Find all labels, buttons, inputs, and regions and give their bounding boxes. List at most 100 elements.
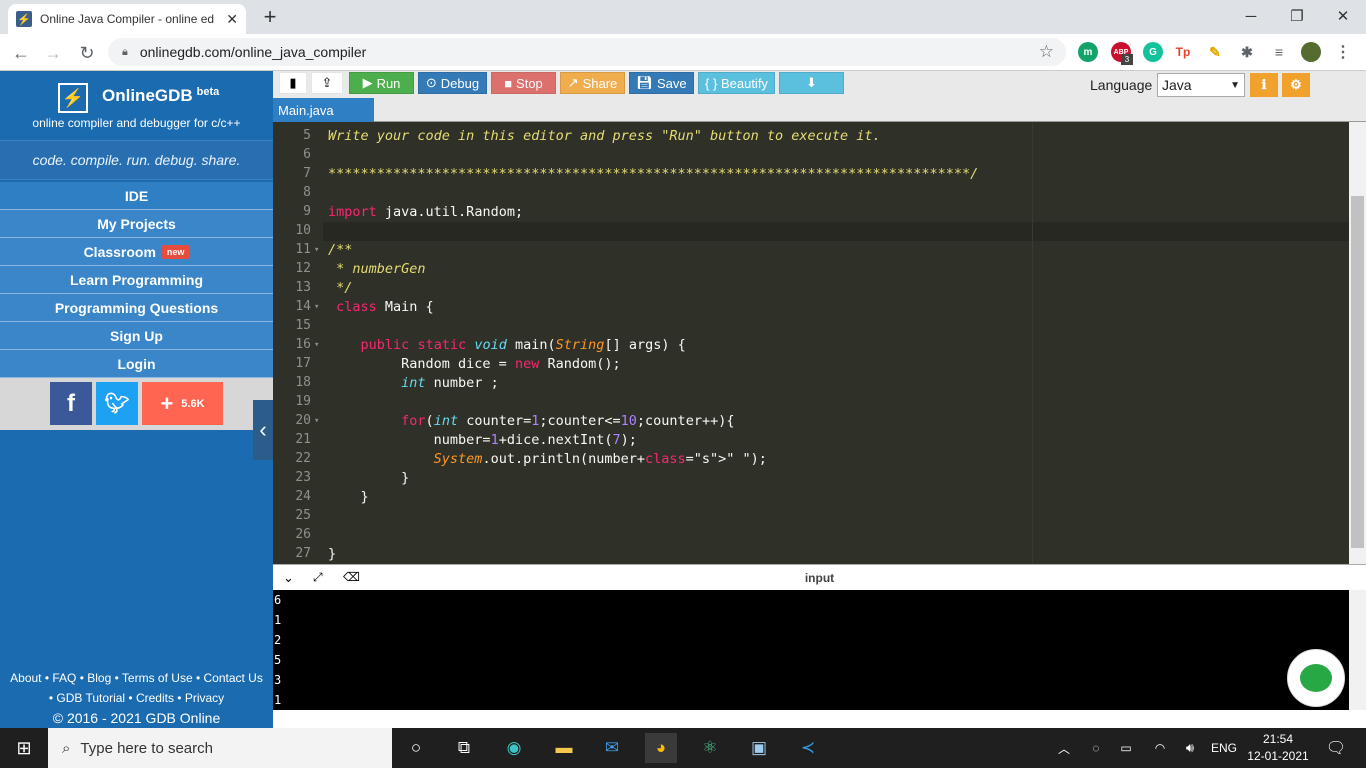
grammarly-icon[interactable]: G: [1143, 42, 1163, 62]
atom-icon[interactable]: ⚛: [694, 733, 726, 763]
download-button[interactable]: ⬇: [779, 72, 844, 94]
sidebar-item-ide[interactable]: IDE: [0, 182, 273, 210]
chat-widget-button[interactable]: [1287, 649, 1345, 707]
brand-name: OnlineGDB: [102, 86, 193, 105]
network-icon[interactable]: ◌: [1080, 733, 1112, 763]
tray-chevron-icon[interactable]: ︿: [1048, 733, 1080, 763]
taskbar-search[interactable]: ⌕ Type here to search: [48, 728, 392, 768]
line-number: 27: [295, 546, 311, 561]
footer-links[interactable]: About • FAQ • Blog • Terms of Use • Cont…: [0, 668, 273, 688]
save-label: Save: [656, 75, 687, 91]
new-tab-button[interactable]: +: [258, 4, 282, 30]
sidebar-item-label: Classroom: [83, 243, 156, 260]
highlighter-icon[interactable]: ✎: [1205, 42, 1225, 62]
close-window-button[interactable]: ✕: [1320, 0, 1366, 32]
sidebar-item-classroom[interactable]: Classroom new: [0, 238, 273, 266]
sidebar-item-label: My Projects: [97, 215, 176, 232]
line-number: 22: [295, 451, 311, 466]
clock-time: 21:54: [1262, 732, 1294, 746]
stop-button[interactable]: ■ Stop: [491, 72, 556, 94]
reload-button[interactable]: ↻: [74, 40, 100, 66]
twitter-share-button[interactable]: 🐦︎: [96, 382, 138, 425]
extension-m-icon[interactable]: m: [1078, 42, 1098, 62]
stop-icon: ■: [504, 75, 513, 91]
fold-toggle-icon[interactable]: ▾: [314, 416, 319, 426]
file-tab-main-java[interactable]: Main.java: [273, 98, 374, 122]
extensions-puzzle-icon[interactable]: ✱: [1237, 42, 1257, 62]
fold-toggle-icon[interactable]: ▾: [314, 245, 319, 255]
code-line: for(int counter=1;counter<=10;counter++)…: [401, 413, 735, 429]
debug-button[interactable]: ⊙ Debug: [418, 72, 487, 94]
beautify-button[interactable]: { } Beautify: [698, 72, 775, 94]
output-line: 5: [274, 653, 282, 667]
plus-icon: +: [160, 390, 174, 416]
console-scrollbar[interactable]: [1349, 590, 1366, 710]
profile-avatar[interactable]: [1301, 42, 1321, 62]
collapse-sidebar-button[interactable]: ‹: [253, 400, 273, 460]
browser-tab[interactable]: ⚡ Online Java Compiler - online ed ✕: [8, 4, 246, 34]
chrome-taskbar-icon[interactable]: ◕: [645, 733, 677, 763]
close-tab-icon[interactable]: ✕: [226, 11, 238, 28]
code-line: Random dice = new Random();: [328, 356, 621, 372]
save-button[interactable]: 💾︎ Save: [629, 72, 694, 94]
line-number: 17: [295, 356, 311, 371]
run-button[interactable]: ▶ Run: [349, 72, 414, 94]
address-bar[interactable]: 🔒︎ onlinegdb.com/online_java_compiler ☆: [108, 38, 1066, 66]
language-label: Language: [1090, 77, 1153, 93]
sidebar-item-programming-questions[interactable]: Programming Questions: [0, 294, 273, 322]
code-editor[interactable]: 5 6 7 8 9 10 11 ▾ 12 13 14 ▾ 15 16 ▾ 17 18 19 20 ▾ 21 22 23 24 2…: [273, 122, 1349, 564]
extension-tp-icon[interactable]: Tp: [1173, 42, 1193, 62]
fold-toggle-icon[interactable]: ▾: [314, 340, 319, 350]
sidebar-item-learn-programming[interactable]: Learn Programming: [0, 266, 273, 294]
upload-button[interactable]: ⇪: [311, 72, 343, 94]
forward-button[interactable]: →: [40, 40, 66, 66]
cortana-icon[interactable]: ○: [400, 733, 432, 763]
footer-links-2[interactable]: • GDB Tutorial • Credits • Privacy: [0, 688, 273, 708]
restore-button[interactable]: ❐: [1274, 0, 1320, 32]
line-number: 11: [295, 242, 311, 257]
debug-label: Debug: [440, 75, 480, 91]
stop-label: Stop: [516, 75, 543, 91]
battery-icon[interactable]: ▭: [1110, 733, 1142, 763]
volume-icon[interactable]: 🔊︎: [1174, 733, 1206, 763]
sidebar-item-my-projects[interactable]: My Projects: [0, 210, 273, 238]
info-button[interactable]: ℹ: [1250, 73, 1278, 97]
tagline: code. compile. run. debug. share.: [0, 140, 273, 180]
line-number: 23: [295, 470, 311, 485]
share-button[interactable]: ↗ Share: [560, 72, 625, 94]
vscode-icon[interactable]: ≺: [792, 733, 824, 763]
facebook-share-button[interactable]: f: [50, 382, 92, 425]
addthis-share-button[interactable]: +5.6K: [142, 382, 223, 425]
chrome-menu-icon[interactable]: ⋮: [1333, 42, 1353, 62]
code-line: }: [328, 546, 337, 562]
line-number: 21: [295, 432, 311, 447]
brand-logo[interactable]: ⚡ OnlineGDB beta online compiler and debu…: [0, 71, 273, 139]
control-panel-icon[interactable]: ▣: [743, 733, 775, 763]
windows-start-icon[interactable]: ⊞: [8, 733, 40, 763]
sidebar-item-label: IDE: [124, 187, 149, 204]
wifi-icon[interactable]: ◠: [1144, 733, 1176, 763]
language-select[interactable]: Java ▼: [1157, 73, 1245, 97]
language-indicator[interactable]: ENG: [1206, 733, 1242, 763]
mail-icon[interactable]: ✉: [596, 733, 628, 763]
code-line: }: [328, 470, 410, 486]
code-area[interactable]: Write your code in this editor and press…: [328, 122, 1348, 564]
fold-toggle-icon[interactable]: ▾: [314, 302, 319, 312]
sidebar-item-login[interactable]: Login: [0, 350, 273, 378]
sidebar-item-sign-up[interactable]: Sign Up: [0, 322, 273, 350]
editor-scrollbar-thumb[interactable]: [1351, 196, 1364, 548]
task-view-icon[interactable]: ⧉: [448, 733, 480, 763]
taskbar-clock[interactable]: 21:54 12-01-2021: [1238, 731, 1318, 765]
notifications-icon[interactable]: 🗨︎: [1320, 733, 1352, 763]
edge-icon[interactable]: ◉: [498, 733, 530, 763]
save-icon: 💾︎: [636, 75, 653, 90]
back-button[interactable]: ←: [8, 40, 34, 66]
minimize-button[interactable]: ─: [1228, 0, 1274, 32]
bookmark-star-icon[interactable]: ☆: [1039, 42, 1054, 62]
share-label: Share: [582, 75, 618, 91]
reading-list-icon[interactable]: ≡: [1269, 42, 1289, 62]
console-output[interactable]: 6 1 2 5 3 1: [273, 590, 1349, 710]
settings-button[interactable]: ⚙: [1282, 73, 1310, 97]
new-file-button[interactable]: ▮: [279, 72, 307, 94]
file-explorer-icon[interactable]: ▬: [548, 733, 580, 763]
